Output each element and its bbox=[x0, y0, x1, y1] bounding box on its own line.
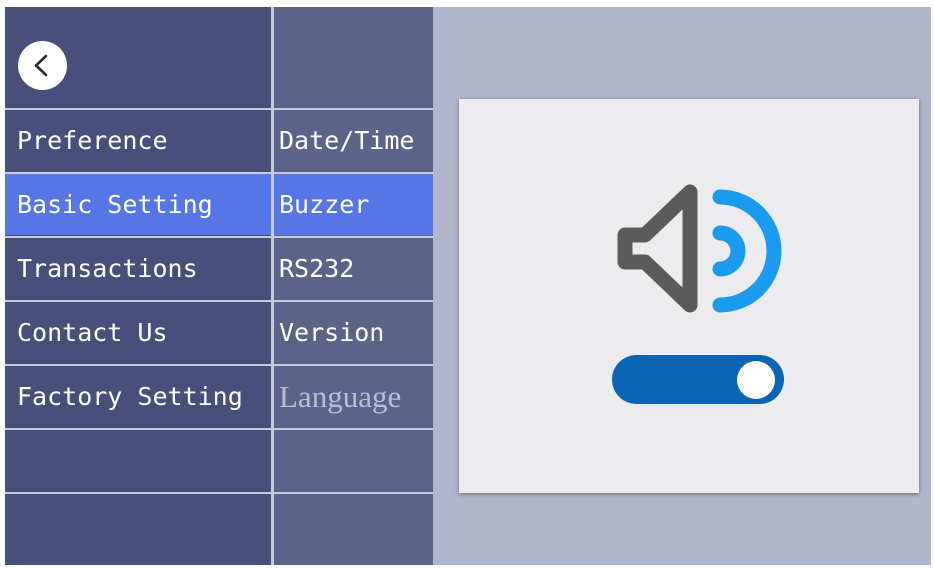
submenu-item-buzzer[interactable]: Buzzer bbox=[274, 174, 433, 235]
device-screen: Preference Basic Setting Transactions Co… bbox=[5, 7, 931, 565]
menu-item-preference[interactable]: Preference bbox=[5, 110, 271, 171]
speaker-sound-icon bbox=[617, 184, 782, 313]
submenu-item-label: RS232 bbox=[279, 254, 355, 283]
chevron-left-icon bbox=[34, 54, 48, 77]
submenu-item-date-time[interactable]: Date/Time bbox=[274, 110, 433, 171]
submenu-item-version[interactable]: Version bbox=[274, 302, 433, 363]
buzzer-panel bbox=[459, 99, 919, 493]
divider bbox=[5, 428, 433, 430]
submenu-item-label: Version bbox=[279, 318, 385, 347]
menu-item-factory-setting[interactable]: Factory Setting bbox=[5, 366, 271, 427]
toggle-knob bbox=[737, 361, 775, 399]
menu-item-contact-us[interactable]: Contact Us bbox=[5, 302, 271, 363]
submenu-item-label: Date/Time bbox=[279, 126, 415, 155]
menu-item-basic-setting[interactable]: Basic Setting bbox=[5, 174, 271, 235]
menu-item-label: Contact Us bbox=[17, 318, 168, 347]
menu-item-label: Transactions bbox=[17, 254, 198, 283]
submenu-item-language[interactable]: Language bbox=[274, 366, 433, 427]
submenu-item-label: Language bbox=[279, 378, 402, 414]
back-button[interactable] bbox=[18, 41, 67, 90]
submenu-item-rs232[interactable]: RS232 bbox=[274, 238, 433, 299]
menu-item-label: Preference bbox=[17, 126, 168, 155]
submenu-item-label: Buzzer bbox=[279, 190, 370, 219]
menu-item-label: Factory Setting bbox=[17, 382, 243, 411]
menu-item-label: Basic Setting bbox=[17, 190, 213, 219]
buzzer-toggle[interactable] bbox=[612, 355, 784, 404]
divider bbox=[5, 492, 433, 494]
menu-item-transactions[interactable]: Transactions bbox=[5, 238, 271, 299]
